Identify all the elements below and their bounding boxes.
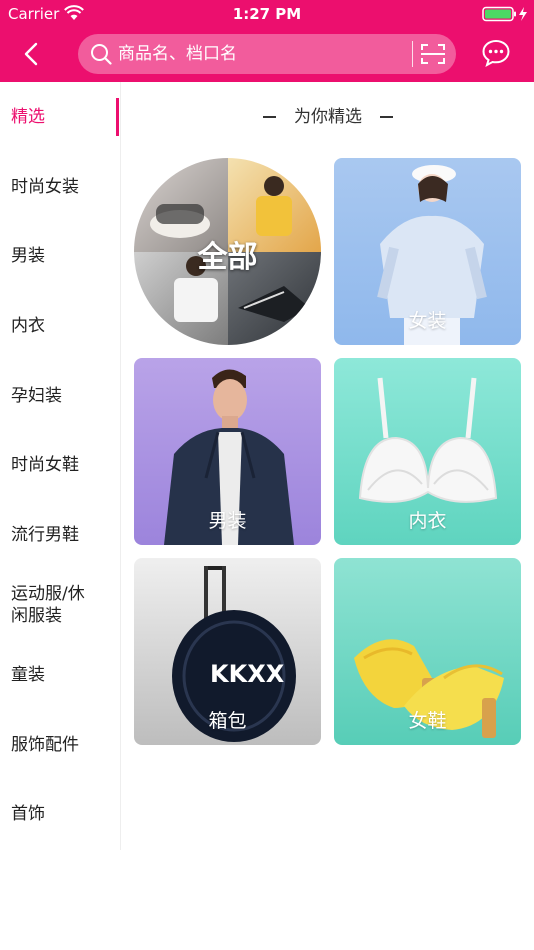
sidebar-item-womens-fashion[interactable]: 时尚女装 [0,152,120,221]
app-header: Carrier 1:27 PM [0,0,534,82]
sidebar-item-menswear[interactable]: 男装 [0,221,120,290]
tile-all[interactable]: 全部 [134,158,321,345]
title-dash-left [263,116,276,118]
tile-label: 女装 [408,310,447,332]
tile-womens-wear[interactable]: 女装 [334,158,521,345]
clock: 1:27 PM [232,5,302,23]
sidebar-item-mens-shoes[interactable]: 流行男鞋 [0,500,120,569]
search-icon [91,44,112,65]
sidebar-item-label: 男装 [11,245,45,266]
sidebar-item-maternity[interactable]: 孕妇装 [0,361,120,430]
back-button[interactable] [18,40,46,68]
sidebar-item-womens-shoes[interactable]: 时尚女鞋 [0,430,120,499]
sidebar-item-label: 时尚女鞋 [11,454,79,475]
tile-menswear[interactable]: 男装 [134,358,321,545]
sidebar-item-label: 首饰 [11,803,45,824]
search-bar[interactable] [78,34,456,74]
tile-label: 全部 [197,240,258,275]
battery-icon [482,6,527,22]
search-divider [412,41,413,67]
section-header: 为你精选 [122,102,534,127]
bag-print-text: KKXX [210,660,285,688]
sidebar-item-label: 内衣 [11,315,45,336]
sidebar-item-label: 服饰配件 [11,734,79,755]
status-bar: Carrier 1:27 PM [0,0,534,28]
tile-label: 男装 [208,510,247,532]
active-indicator [116,98,119,136]
tile-underwear[interactable]: 内衣 [334,358,521,545]
sidebar-item-sportswear[interactable]: 运动服/休闲服装 [0,570,120,639]
sidebar-item-label: 精选 [11,106,45,127]
sidebar-item-label: 流行男鞋 [11,524,79,545]
search-input[interactable] [118,34,408,74]
sidebar-item-featured[interactable]: 精选 [0,82,120,151]
message-icon[interactable] [481,38,511,68]
sidebar-item-label: 运动服/休闲服装 [11,583,85,626]
sidebar-item-jewelry[interactable]: 首饰 [0,779,120,848]
sidebar-item-kidswear[interactable]: 童装 [0,640,120,709]
sidebar-item-underwear[interactable]: 内衣 [0,291,120,360]
tile-label: 箱包 [208,710,247,732]
sidebar-item-accessories[interactable]: 服饰配件 [0,710,120,779]
tile-bags[interactable]: KKXX 箱包 [134,558,321,745]
title-dash-right [380,116,393,118]
sidebar-item-label: 时尚女装 [11,176,79,197]
section-title: 为你精选 [294,107,362,127]
sidebar-item-label: 童装 [11,664,45,685]
scan-icon[interactable] [420,42,446,66]
tile-label: 女鞋 [408,710,447,732]
tile-womens-shoes[interactable]: 女鞋 [334,558,521,745]
tile-label: 内衣 [408,510,447,532]
category-sidebar: 精选 时尚女装 男装 内衣 孕妇装 时尚女鞋 流行男鞋 运动服/休闲服装 童装 … [0,82,121,850]
sidebar-item-label: 孕妇装 [11,385,62,406]
